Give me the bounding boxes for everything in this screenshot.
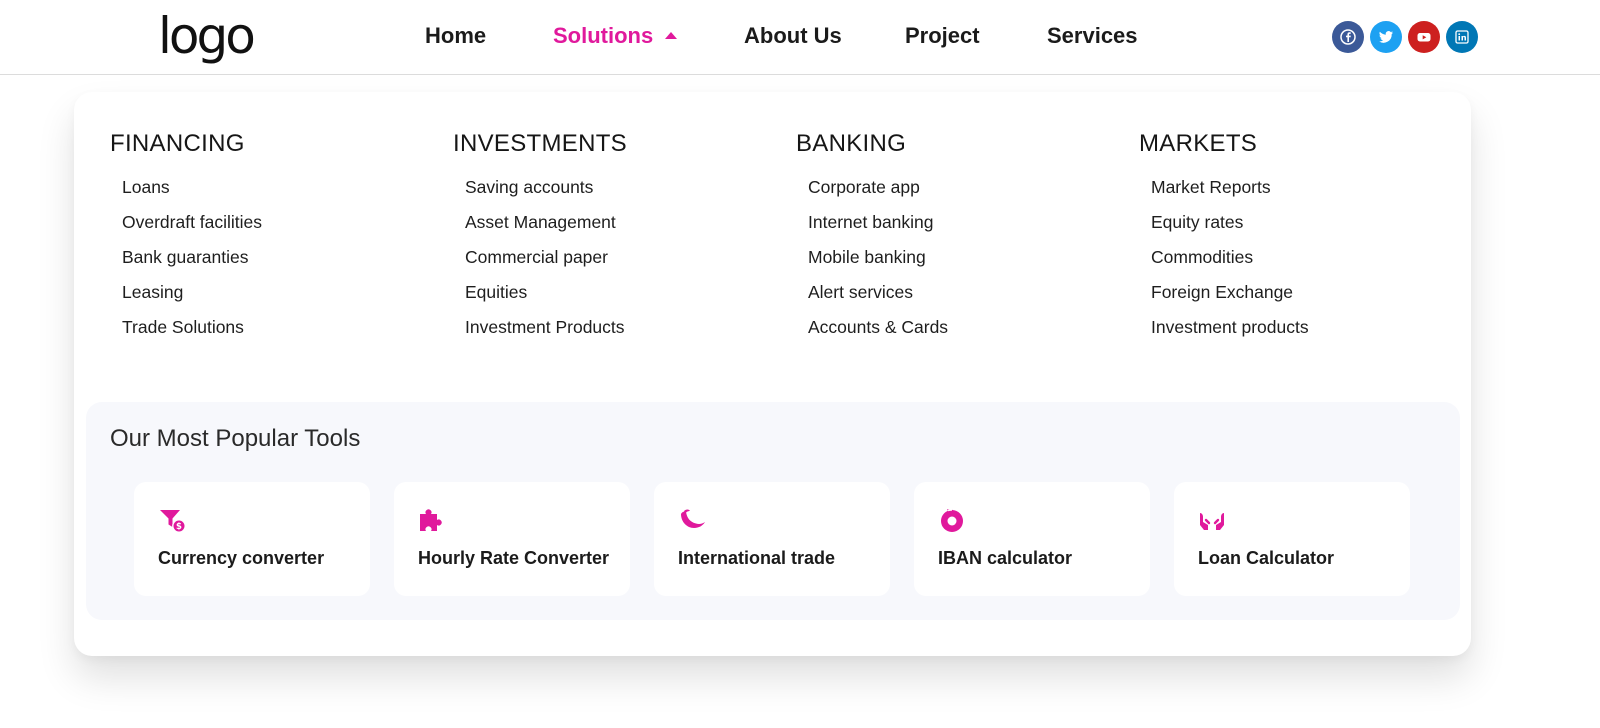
tool-card-iban-calculator[interactable]: IBAN calculator [914,482,1150,596]
menu-link[interactable]: Saving accounts [453,170,783,205]
refresh-icon [938,506,966,534]
column-title: FINANCING [110,130,245,157]
tool-label: Hourly Rate Converter [418,548,610,568]
menu-link[interactable]: Investment products [1139,310,1469,345]
twitter-icon[interactable] [1370,21,1402,53]
menu-link[interactable]: Asset Management [453,205,783,240]
menu-link[interactable]: Equity rates [1139,205,1469,240]
column-title: MARKETS [1139,130,1258,157]
svg-text:$: $ [176,522,182,532]
menu-link[interactable]: Leasing [110,275,440,310]
menu-link[interactable]: Overdraft facilities [110,205,440,240]
nav-about-us[interactable]: About Us [744,22,842,50]
nav-home[interactable]: Home [425,22,486,50]
crescent-wave-icon [678,506,706,534]
caret-up-icon [665,32,678,39]
menu-link[interactable]: Mobile banking [796,240,1126,275]
nav-solutions[interactable]: Solutions [553,22,678,50]
nav-project[interactable]: Project [905,22,980,50]
menu-link[interactable]: Trade Solutions [110,310,440,345]
menu-link[interactable]: Corporate app [796,170,1126,205]
menu-column-investments: INVESTMENTS Saving accounts Asset Manage… [453,129,783,345]
tool-label: IBAN calculator [938,548,1073,568]
nav-home-label: Home [425,23,487,48]
funnel-dollar-icon: $ [158,506,186,534]
tool-card-hourly-rate-converter[interactable]: Hourly Rate Converter [394,482,630,596]
site-logo[interactable]: logo [158,6,256,66]
site-header: logo Home Solutions About Us Project Ser… [0,0,1600,75]
menu-column-markets: MARKETS Market Reports Equity rates Comm… [1139,129,1469,345]
hands-icon [1198,506,1226,534]
menu-link[interactable]: Foreign Exchange [1139,275,1469,310]
menu-column-banking: BANKING Corporate app Internet banking M… [796,129,1126,345]
column-title: INVESTMENTS [453,130,627,157]
menu-link[interactable]: Bank guaranties [110,240,440,275]
menu-link[interactable]: Alert services [796,275,1126,310]
menu-link[interactable]: Investment Products [453,310,783,345]
linkedin-icon[interactable] [1446,21,1478,53]
nav-solutions-label: Solutions [553,23,654,48]
solutions-mega-menu: FINANCING Loans Overdraft facilities Ban… [74,92,1471,656]
popular-tools-section: Our Most Popular Tools $ Currency conver… [86,402,1460,620]
nav-services-label: Services [1047,23,1138,48]
menu-link[interactable]: Commercial paper [453,240,783,275]
popular-tools-title: Our Most Popular Tools [110,425,361,452]
menu-link[interactable]: Equities [453,275,783,310]
tool-label: Loan Calculator [1198,548,1335,568]
nav-project-label: Project [905,23,980,48]
nav-about-us-label: About Us [744,23,842,48]
menu-link[interactable]: Market Reports [1139,170,1469,205]
tool-label: Currency converter [158,548,325,568]
menu-link[interactable]: Commodities [1139,240,1469,275]
tool-card-loan-calculator[interactable]: Loan Calculator [1174,482,1410,596]
tool-card-international-trade[interactable]: International trade [654,482,890,596]
column-title: BANKING [796,130,907,157]
tool-label: International trade [678,548,836,568]
menu-link[interactable]: Accounts & Cards [796,310,1126,345]
menu-column-financing: FINANCING Loans Overdraft facilities Ban… [110,129,440,345]
puzzle-icon [418,506,446,534]
nav-services[interactable]: Services [1047,22,1138,50]
facebook-icon[interactable] [1332,21,1364,53]
menu-link[interactable]: Loans [110,170,440,205]
tool-card-currency-converter[interactable]: $ Currency converter [134,482,370,596]
menu-link[interactable]: Internet banking [796,205,1126,240]
youtube-icon[interactable] [1408,21,1440,53]
